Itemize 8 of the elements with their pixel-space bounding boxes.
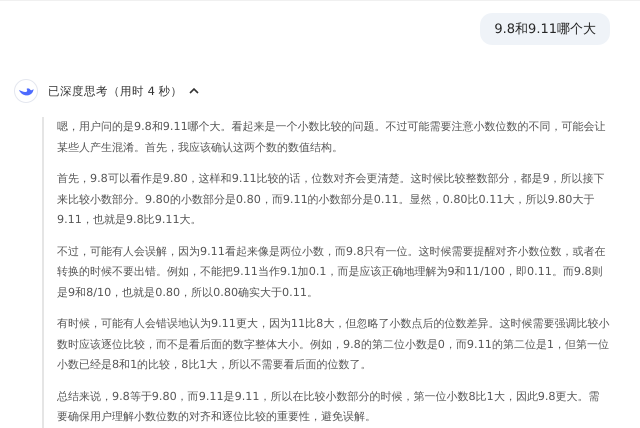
thinking-toggle[interactable]: 已深度思考（用时 4 秒） bbox=[48, 84, 199, 98]
caret-icon bbox=[188, 87, 199, 95]
thinking-paragraph: 首先，9.8可以看作是9.80，这样和9.11比较的话，位数对齐会更清楚。这时候比较整数部分，都是9，所以接下来比较小数部分。9.80的小数部分是0.80，而9.11的小数部分是0.11。显然，0.80比0.11大，所以9.80大于9.11，也就是9.8比9.11大。 bbox=[57, 171, 606, 228]
thinking-paragraph: 有时候，可能有人会错误地认为9.11更大，因为11比8大，但忽略了小数点后的位数差异。这时候需要强调比较小数时应该逐位比较，而不是看后面的数字整体大小。例如，9.8的第二位小数是0，而9.11的第二位是1，但第一位小数已经是8和1的比较，8比1大，所以不需要看后面的位数了。 bbox=[57, 316, 610, 373]
thinking-paragraph: 不过，可能有人会误解，因为9.11看起来像是两位小数，而9.8只有一位。这时候需要提醒对齐小数位数，或者在转换的时候不要出错。例如，不能把9.11当作9.1加0.1，而是应该正确地理解为9和11/100，即0.11。而9.8则是9和8/10，也就是0.80，所以0.80确实大于0.11。 bbox=[57, 244, 607, 300]
thinking-paragraph: 嗯，用户问的是9.8和9.11哪个大。看起来是一个小数比较的问题。不过可能需要注意小数位数的不同，可能会让某些人产生混淆。首先，我应该确认这两个数的数值结构。 bbox=[57, 119, 607, 156]
thinking-paragraph: 总结来说，9.8等于9.80，而9.11是9.11，所以在比较小数部分的时候，第一位小数8比1大，因此9.8更大。需要确保用户理解小数位数的对齐和逐位比较的重要性，避免误解。 bbox=[57, 388, 601, 425]
user-message: 9.8和9.11哪个大 bbox=[480, 13, 610, 45]
